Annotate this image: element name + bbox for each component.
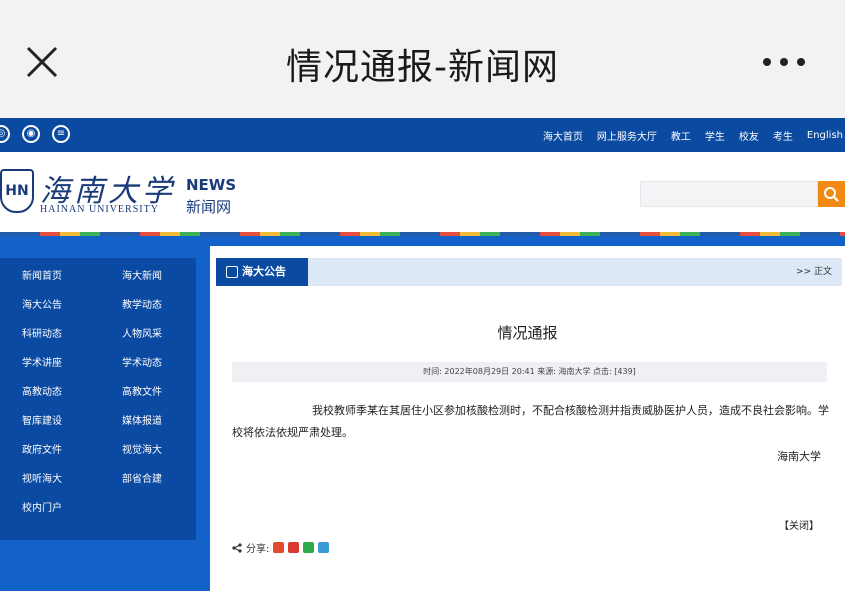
search-button[interactable] bbox=[818, 181, 845, 207]
article-meta: 时间: 2022年08月29日 20:41 来源: 海南大学 点击: [439] bbox=[232, 362, 827, 382]
document-icon bbox=[226, 266, 238, 278]
share-wechat-icon[interactable] bbox=[303, 542, 315, 553]
section-tab[interactable]: 海大公告 bbox=[216, 258, 308, 286]
nav-item[interactable]: 科研动态 bbox=[22, 328, 122, 342]
toplink-applicants[interactable]: 考生 bbox=[773, 128, 793, 143]
section-bar: 海大公告 >> 正文 bbox=[216, 258, 842, 286]
search-input[interactable] bbox=[640, 181, 818, 207]
section-tab-label: 海大公告 bbox=[242, 265, 286, 278]
news-label-en: NEWS bbox=[186, 176, 237, 194]
article-panel: 海大公告 >> 正文 情况通报 时间: 2022年08月29日 20:41 来源… bbox=[210, 246, 845, 591]
top-links: 海大首页 网上服务大厅 教工 学生 校友 考生 English bbox=[543, 118, 845, 152]
more-options-icon[interactable] bbox=[763, 58, 805, 66]
university-name-en: HAINAN UNIVERSITY bbox=[40, 204, 159, 215]
toplink-students[interactable]: 学生 bbox=[705, 128, 725, 143]
article-title: 情况通报 bbox=[497, 324, 558, 342]
share-renren-icon[interactable] bbox=[288, 542, 300, 553]
toplink-alumni[interactable]: 校友 bbox=[739, 128, 759, 143]
nav-item[interactable]: 媒体报道 bbox=[122, 415, 192, 429]
left-nav: 新闻首页 海大新闻 海大公告 教学动态 科研动态 人物风采 学术讲座 学术动态 … bbox=[0, 258, 196, 540]
webview-header: 情况通报-新闻网 bbox=[0, 0, 845, 118]
nav-item[interactable]: 教学动态 bbox=[122, 299, 192, 313]
site-topbar: ◎ ◉ ≡ 海大首页 网上服务大厅 教工 学生 校友 考生 English bbox=[0, 118, 845, 152]
nav-item[interactable]: 政府文件 bbox=[22, 444, 122, 458]
toplink-english[interactable]: English bbox=[807, 130, 843, 141]
nav-item[interactable]: 视觉海大 bbox=[122, 444, 192, 458]
nav-item[interactable]: 智库建设 bbox=[22, 415, 122, 429]
share-qzone-icon[interactable] bbox=[318, 542, 330, 553]
webview-title: 情况通报-新闻网 bbox=[286, 47, 559, 88]
nav-item[interactable]: 海大新闻 bbox=[122, 270, 192, 284]
news-label-cn: 新闻网 bbox=[186, 198, 232, 216]
weibo-icon[interactable]: ◎ bbox=[0, 125, 10, 143]
nav-item[interactable]: 海大公告 bbox=[22, 299, 122, 313]
app-page: 情况通报-新闻网 ◎ ◉ ≡ 海大首页 网上服务大厅 教工 学生 校友 考生 E… bbox=[0, 0, 845, 591]
article-signature: 海南大学 bbox=[777, 450, 821, 463]
nav-item[interactable]: 学术动态 bbox=[122, 357, 192, 371]
nav-item[interactable]: 校内门户 bbox=[22, 502, 122, 516]
nav-item[interactable]: 人物风采 bbox=[122, 328, 192, 342]
toplink-staff[interactable]: 教工 bbox=[671, 128, 691, 143]
share-icon bbox=[232, 542, 242, 553]
nav-item[interactable]: 新闻首页 bbox=[22, 270, 122, 284]
share-weibo-icon[interactable] bbox=[273, 542, 285, 553]
share-bar: 分享: bbox=[232, 540, 330, 555]
site-header: HN 海南大学 HAINAN UNIVERSITY NEWS 新闻网 bbox=[0, 152, 845, 232]
search-icon bbox=[824, 187, 839, 202]
toplink-home[interactable]: 海大首页 bbox=[543, 128, 583, 143]
toplink-service-hall[interactable]: 网上服务大厅 bbox=[597, 128, 657, 143]
article-body: 我校教师季某在其居住小区参加核酸检测时，不配合核酸检测并指责威胁医护人员，造成不… bbox=[232, 404, 829, 439]
app-icon[interactable]: ≡ bbox=[52, 125, 70, 143]
share-label: 分享: bbox=[246, 544, 270, 555]
wechat-icon[interactable]: ◉ bbox=[22, 125, 40, 143]
breadcrumb: >> 正文 bbox=[796, 267, 832, 277]
nav-item[interactable]: 高教文件 bbox=[122, 386, 192, 400]
nav-item[interactable]: 视听海大 bbox=[22, 473, 122, 487]
close-article-link[interactable]: 【关闭】 bbox=[779, 517, 819, 532]
university-emblem-icon: HN bbox=[0, 169, 34, 213]
nav-item[interactable]: 学术讲座 bbox=[22, 357, 122, 371]
nav-item[interactable]: 部省合建 bbox=[122, 473, 192, 487]
nav-item[interactable]: 高教动态 bbox=[22, 386, 122, 400]
